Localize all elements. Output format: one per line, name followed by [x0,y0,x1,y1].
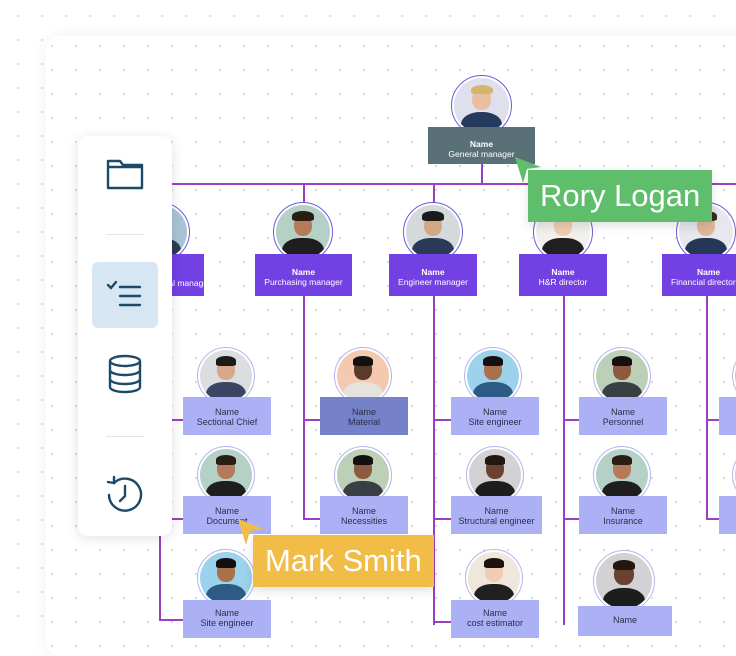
node-staff-highlighted[interactable]: Name Material [320,397,408,435]
sidebar-item-history[interactable] [92,462,158,528]
connector [303,295,305,520]
node-staff[interactable]: Name Sectional Chief [183,397,271,435]
avatar[interactable] [465,549,523,607]
folder-icon [106,159,144,190]
checklist-icon [106,280,142,307]
avatar[interactable] [403,202,463,262]
node-name: Name [421,267,445,277]
node-name: Name [291,267,316,277]
node-staff[interactable]: Name Personnel [579,397,667,435]
node-staff[interactable] [719,397,736,435]
history-icon [106,475,143,512]
node-staff[interactable]: Name Necessities [320,496,408,534]
avatar[interactable] [197,549,255,607]
sidebar-item-data[interactable] [92,341,158,407]
node-staff[interactable] [719,496,736,534]
node-staff[interactable]: Name Site engineer [183,600,271,638]
node-manager[interactable]: Name Engineer manager [389,254,477,296]
node-staff[interactable]: Name Site engineer [451,397,539,435]
node-name: Name [551,267,575,277]
node-staff[interactable]: Name cost estimator [451,600,539,638]
node-role: Purchasing manager [264,277,343,287]
avatar[interactable] [593,550,655,612]
left-toolbar [78,136,172,536]
node-role: Financial director [671,277,736,287]
divider [106,234,144,235]
connector [563,295,565,625]
node-role: Engineer manager [398,277,468,287]
divider [106,436,144,437]
connector [706,295,708,520]
sidebar-item-checklist[interactable] [92,262,158,328]
node-staff[interactable]: Name Structural engineer [451,496,542,534]
node-staff[interactable]: Name Insurance [579,496,667,534]
avatar[interactable] [273,202,333,262]
node-role: H&R director [538,277,588,287]
database-icon [108,354,142,394]
collaborator-cursor-label: Mark Smith [253,535,434,587]
node-staff[interactable]: Name [578,606,672,636]
collaborator-cursor-label: Rory Logan [528,170,713,222]
node-name: Name [697,267,721,277]
node-name: Name [469,139,494,149]
node-manager[interactable]: Name Purchasing manager [255,254,352,296]
connector-root [481,163,483,183]
node-manager[interactable]: Name H&R director [519,254,607,296]
node-manager[interactable]: Name Financial director [662,254,736,296]
sidebar-item-files[interactable] [92,141,158,207]
